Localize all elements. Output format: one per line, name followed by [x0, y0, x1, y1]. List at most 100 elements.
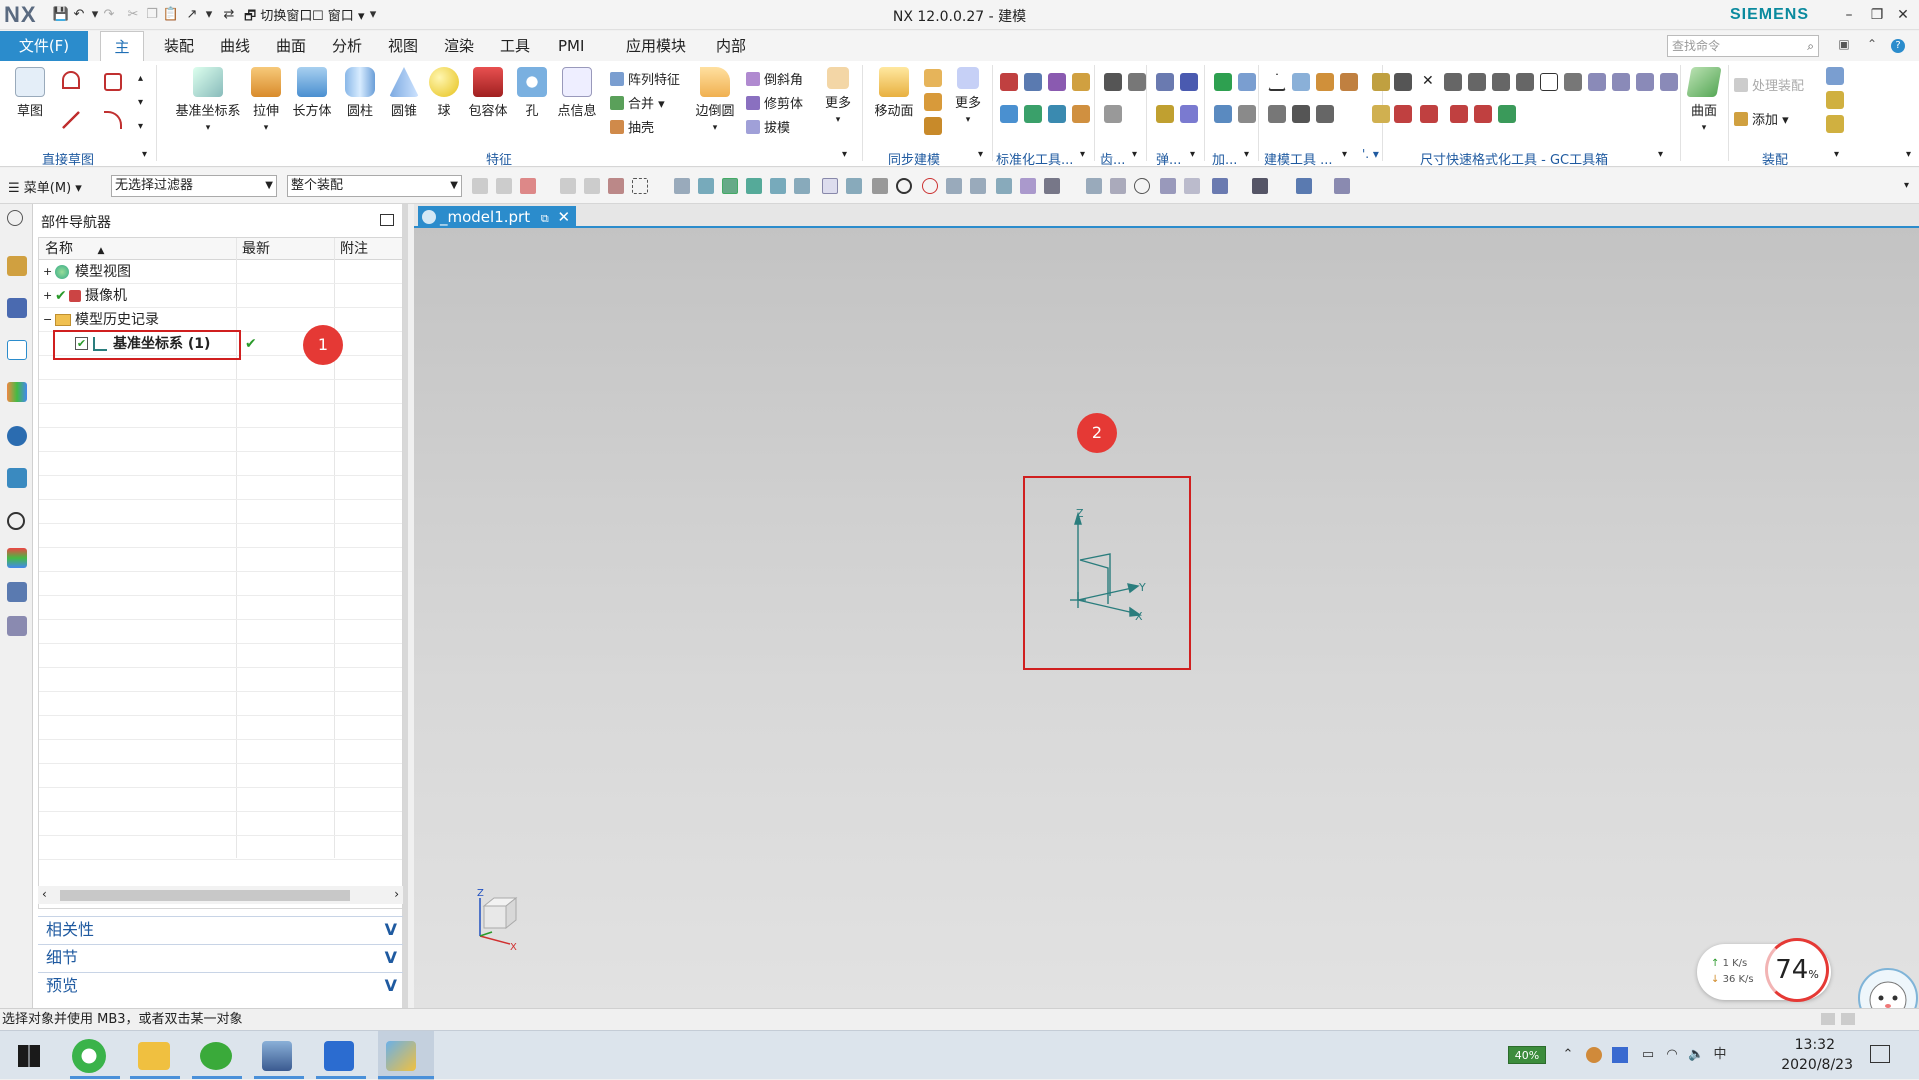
snap-icon[interactable]: [794, 178, 810, 194]
tray-app-icon[interactable]: [1612, 1047, 1628, 1063]
copy-icon[interactable]: ❐: [143, 6, 161, 24]
process-studio-icon[interactable]: [7, 582, 27, 602]
model-tool-icon[interactable]: [1292, 73, 1310, 91]
close-tab-icon[interactable]: ✕: [558, 208, 571, 226]
view-icon[interactable]: [1334, 178, 1350, 194]
repeat-command-icon[interactable]: ↗: [183, 6, 201, 24]
wrap-geometry-button[interactable]: 包容体: [466, 67, 510, 119]
spring-tool-icon[interactable]: [1156, 73, 1174, 91]
group-dropdown-icon[interactable]: ▾: [1658, 149, 1663, 160]
tab-pmi[interactable]: PMI: [550, 31, 592, 61]
model-tool-icon[interactable]: [1316, 105, 1334, 123]
std-tool-icon[interactable]: [1000, 105, 1018, 123]
selection-icon[interactable]: [560, 178, 576, 194]
dim-tool-icon[interactable]: [1420, 105, 1438, 123]
section-dependencies[interactable]: 相关性 V: [38, 916, 403, 942]
reuse-library-icon[interactable]: [7, 382, 27, 402]
group-dropdown-icon[interactable]: ▾: [142, 149, 147, 160]
snap-icon[interactable]: [1020, 178, 1036, 194]
help-icon[interactable]: ?: [1891, 39, 1905, 53]
memory-usage-ring[interactable]: 74%: [1765, 938, 1829, 1002]
assembly-navigator-icon[interactable]: [7, 256, 27, 276]
render-style-icon[interactable]: [1252, 178, 1268, 194]
column-header-notes[interactable]: 附注: [334, 238, 402, 260]
model-tool-icon[interactable]: [1268, 105, 1286, 123]
snap-icon[interactable]: [946, 178, 962, 194]
add-component-button[interactable]: 添加 ▾: [1734, 109, 1789, 128]
snap-quadrant-icon[interactable]: [922, 178, 938, 194]
status-icon[interactable]: [1821, 1013, 1835, 1025]
profile-icon[interactable]: [62, 71, 80, 89]
browser-360-icon[interactable]: [72, 1039, 106, 1073]
dim-format-icon[interactable]: [1468, 73, 1486, 91]
redo-icon[interactable]: ↷: [100, 6, 118, 24]
taskbar-clock-date[interactable]: 2020/8/23: [1781, 1057, 1853, 1073]
view-icon[interactable]: [1184, 178, 1200, 194]
filter-icon[interactable]: [496, 178, 512, 194]
battery-icon[interactable]: ▭: [1640, 1047, 1656, 1063]
type-filter-select[interactable]: 无选择过滤器 ▼: [111, 175, 277, 197]
group-dropdown-icon[interactable]: ▾: [1190, 149, 1195, 160]
group-dropdown-icon[interactable]: ▾: [1834, 149, 1839, 160]
chamfer-button[interactable]: 倒斜角: [746, 69, 803, 88]
view-icon[interactable]: [1086, 178, 1102, 194]
assembly-tool-icon[interactable]: [1826, 67, 1844, 85]
snap-icon[interactable]: [970, 178, 986, 194]
sketch-gallery-up-icon[interactable]: ▴: [138, 73, 143, 84]
tab-view[interactable]: 视图: [380, 31, 426, 61]
draft-button[interactable]: 拔模: [746, 117, 790, 136]
dim-tool-icon[interactable]: [1394, 73, 1412, 91]
block-button[interactable]: 长方体: [290, 67, 334, 119]
save-icon[interactable]: 💾: [52, 6, 70, 24]
restore-icon[interactable]: ❐: [1865, 4, 1889, 26]
group-dropdown-icon[interactable]: ▾: [978, 149, 983, 160]
add-tool-icon[interactable]: [1238, 105, 1256, 123]
tray-app-icon[interactable]: [1586, 1047, 1602, 1063]
dim-tolerance-icon[interactable]: [1660, 73, 1678, 91]
snap-icon[interactable]: [674, 178, 690, 194]
section-details[interactable]: 细节 V: [38, 944, 403, 970]
sketch-gallery-more-icon[interactable]: ▾: [138, 121, 143, 132]
model-tool-icon[interactable]: [1316, 73, 1334, 91]
gear-tool-icon[interactable]: [1104, 73, 1122, 91]
overflow-group-label[interactable]: '. ▾: [1362, 147, 1379, 161]
model-tool-icon[interactable]: [1340, 73, 1358, 91]
std-tool-icon[interactable]: [1024, 73, 1042, 91]
std-tool-icon[interactable]: [1072, 73, 1090, 91]
dim-format-icon[interactable]: [1444, 73, 1462, 91]
view-grid-icon[interactable]: [1212, 178, 1228, 194]
dim-diameter-icon[interactable]: [1474, 105, 1492, 123]
maximize-icon[interactable]: [380, 214, 394, 226]
section-preview[interactable]: 预览 V: [38, 972, 403, 998]
system-materials-icon[interactable]: [7, 548, 27, 568]
std-tool-icon[interactable]: [1072, 105, 1090, 123]
dim-tolerance-icon[interactable]: [1588, 73, 1606, 91]
line-icon[interactable]: [62, 111, 80, 129]
datum-csys-button[interactable]: 基准坐标系 ▾: [170, 67, 246, 134]
feature-more-button[interactable]: 更多 ▾: [822, 67, 854, 126]
undock-icon[interactable]: ⧉: [541, 212, 549, 225]
wifi-icon[interactable]: ◠: [1664, 1047, 1680, 1063]
pattern-feature-button[interactable]: 阵列特征: [610, 69, 680, 88]
group-dropdown-icon[interactable]: ▾: [1342, 149, 1347, 160]
rectangle-select-icon[interactable]: [632, 178, 648, 194]
replace-face-icon[interactable]: [924, 117, 942, 135]
window-menu-button[interactable]: ☐ 窗口 ▾: [312, 5, 364, 24]
triangle-tool-icon[interactable]: [1268, 73, 1286, 91]
dim-tool-icon[interactable]: [1394, 105, 1412, 123]
tab-home[interactable]: 主页: [100, 31, 144, 86]
pull-face-icon[interactable]: [924, 69, 942, 87]
file-menu-tab[interactable]: 文件(F): [0, 31, 88, 61]
touch-mode-icon[interactable]: ⇄: [220, 6, 238, 24]
main-menu-button[interactable]: ☰ 菜单(M) ▾: [8, 177, 82, 196]
cut-icon[interactable]: ✂: [124, 6, 142, 24]
surface-button[interactable]: 曲面 ▾: [1686, 67, 1722, 134]
snap-icon[interactable]: [698, 178, 714, 194]
spring-tool-icon[interactable]: [1180, 105, 1198, 123]
constraint-navigator-icon[interactable]: [7, 298, 27, 318]
spring-tool-icon[interactable]: [1156, 105, 1174, 123]
nx-active-window-icon[interactable]: [386, 1041, 416, 1071]
std-tool-icon[interactable]: [1024, 105, 1042, 123]
command-search-input[interactable]: 查找命令 ⌕: [1667, 35, 1819, 57]
scrollbar-thumb[interactable]: [60, 890, 350, 901]
